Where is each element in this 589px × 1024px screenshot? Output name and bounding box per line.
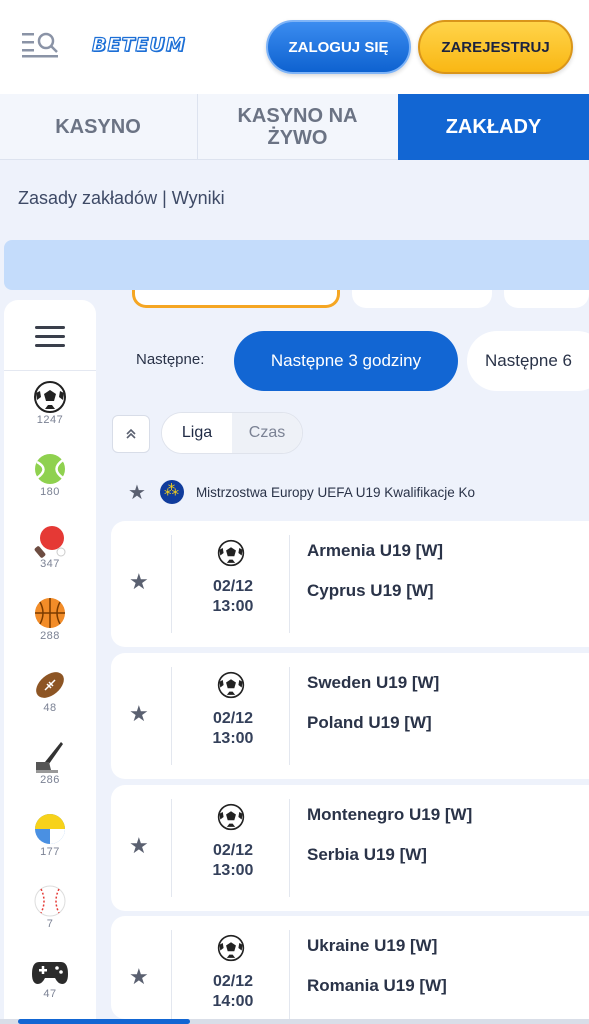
home-team: Armenia U19 [W] — [307, 541, 444, 560]
sidebar-item-ice-hockey[interactable]: 286 — [4, 740, 96, 786]
away-team: Cyprus U19 [W] — [307, 581, 434, 600]
ice-hockey-icon — [36, 742, 63, 773]
volleyball-icon — [35, 814, 65, 844]
sidebar-item-basketball[interactable]: 288 — [4, 596, 96, 642]
match-card[interactable]: ★ 02/12 13:00 Montenegro U19 [W] Serbia U… — [111, 785, 589, 911]
away-team: Romania U19 [W] — [307, 976, 447, 995]
match-date: 02/12 — [212, 710, 254, 727]
favorite-star-icon[interactable]: ★ — [129, 833, 149, 859]
sort-by-time[interactable]: Czas — [232, 413, 302, 453]
next-filter-label: Następne: — [136, 351, 205, 368]
eu-flag-icon — [159, 480, 184, 504]
tab-live-casino-label: KASYNO NA ŻYWO — [237, 105, 358, 149]
sort-by-league[interactable]: Liga — [162, 413, 232, 453]
sidebar-item-esports[interactable]: 47 — [4, 956, 96, 1000]
match-date: 02/12 — [212, 973, 254, 990]
match-time: 13:00 — [212, 862, 254, 879]
collapse-all-button[interactable] — [112, 415, 150, 453]
divider — [289, 930, 290, 1024]
match-card[interactable]: ★ 02/12 13:00 Armenia U19 [W] Cyprus U19 … — [111, 521, 589, 647]
login-button[interactable]: ZALOGUJ SIĘ — [266, 20, 411, 74]
divider — [4, 370, 96, 371]
match-datetime: 02/12 13:00 — [201, 841, 265, 881]
filter-next-3-hours[interactable]: Następne 3 godziny — [234, 331, 458, 391]
favorite-star-icon[interactable]: ★ — [129, 701, 149, 727]
search-bar-area[interactable] — [4, 240, 589, 290]
match-date: 02/12 — [212, 578, 254, 595]
sport-count: 48 — [43, 702, 57, 714]
soccer-ball-icon — [217, 803, 245, 831]
sidebar-item-volleyball[interactable]: 177 — [4, 812, 96, 858]
category-chip[interactable] — [504, 290, 589, 308]
betting-rules-results-links[interactable]: Zasady zakładów | Wyniki — [18, 188, 225, 209]
match-time: 13:00 — [212, 598, 254, 615]
sport-count: 1247 — [36, 414, 64, 426]
sort-toggle: Liga Czas — [161, 412, 303, 454]
sport-count: 7 — [46, 918, 54, 930]
sports-sidebar: 1247 180 347 288 48 286 177 7 47 — [4, 300, 96, 1024]
soccer-ball-icon — [217, 934, 245, 962]
sport-count: 177 — [40, 846, 60, 858]
away-team: Serbia U19 [W] — [307, 845, 427, 864]
tab-live-casino[interactable]: KASYNO NA ŻYWO — [197, 94, 397, 160]
divider — [171, 535, 172, 633]
tennis-ball-icon — [35, 454, 65, 484]
category-chip-selected[interactable] — [132, 290, 340, 308]
hamburger-menu-icon[interactable] — [35, 326, 65, 348]
divider — [289, 535, 290, 633]
divider — [289, 799, 290, 897]
home-team: Sweden U19 [W] — [307, 673, 440, 692]
menu-search-icon[interactable] — [22, 30, 62, 60]
match-date: 02/12 — [212, 842, 254, 859]
sport-count: 180 — [40, 486, 60, 498]
divider — [171, 667, 172, 765]
sidebar-item-american-football[interactable]: 48 — [4, 668, 96, 714]
double-chevron-up-icon — [126, 428, 136, 439]
home-team: Montenegro U19 [W] — [307, 805, 473, 824]
sidebar-item-table-tennis[interactable]: 347 — [4, 524, 96, 570]
soccer-ball-icon — [217, 671, 245, 699]
baseball-icon — [34, 885, 66, 917]
match-time: 13:00 — [212, 730, 254, 747]
match-datetime: 02/12 13:00 — [201, 709, 265, 749]
match-card[interactable]: ★ 02/12 14:00 Ukraine U19 [W] Romania U19… — [111, 916, 589, 1024]
divider — [289, 667, 290, 765]
divider — [171, 799, 172, 897]
match-card[interactable]: ★ 02/12 13:00 Sweden U19 [W] Poland U19 [… — [111, 653, 589, 779]
favorite-star-icon[interactable]: ★ — [128, 480, 146, 505]
sidebar-item-tennis[interactable]: 180 — [4, 452, 96, 498]
sidebar-item-soccer[interactable]: 1247 — [4, 380, 96, 426]
match-time: 14:00 — [212, 993, 254, 1010]
table-tennis-icon — [34, 526, 66, 558]
away-team: Poland U19 [W] — [307, 713, 432, 732]
sport-count: 288 — [40, 630, 60, 642]
american-football-icon — [36, 672, 64, 698]
scrollbar-thumb[interactable] — [18, 1019, 190, 1024]
sport-count: 286 — [40, 774, 60, 786]
sport-count: 47 — [43, 988, 57, 1000]
league-header[interactable]: ★ Mistrzostwa Europy UEFA U19 Kwalifikac… — [128, 479, 475, 505]
favorite-star-icon[interactable]: ★ — [129, 964, 149, 990]
favorite-star-icon[interactable]: ★ — [129, 569, 149, 595]
basketball-icon — [35, 598, 65, 628]
match-datetime: 02/12 13:00 — [201, 577, 265, 617]
tab-sports-betting[interactable]: ZAKŁADY — [398, 94, 589, 160]
sport-count: 347 — [40, 558, 60, 570]
brand-logo[interactable]: BETEUM — [91, 33, 186, 56]
match-datetime: 02/12 14:00 — [201, 972, 265, 1012]
soccer-ball-icon — [217, 539, 245, 567]
tab-casino[interactable]: KASYNO — [0, 94, 196, 160]
category-chip[interactable] — [352, 290, 492, 308]
register-button[interactable]: ZAREJESTRUJ — [418, 20, 573, 74]
divider — [171, 930, 172, 1024]
gamepad-icon — [32, 962, 68, 984]
home-team: Ukraine U19 [W] — [307, 936, 438, 955]
soccer-ball-icon — [34, 381, 66, 413]
top-header: BETEUM ZALOGUJ SIĘ ZAREJESTRUJ — [0, 0, 589, 94]
filter-next-6-hours[interactable]: Następne 6 — [467, 331, 589, 391]
sidebar-item-baseball[interactable]: 7 — [4, 884, 96, 930]
league-title: Mistrzostwa Europy UEFA U19 Kwalifikacje… — [195, 484, 476, 500]
main-tabs: KASYNO KASYNO NA ŻYWO ZAKŁADY — [0, 94, 589, 160]
